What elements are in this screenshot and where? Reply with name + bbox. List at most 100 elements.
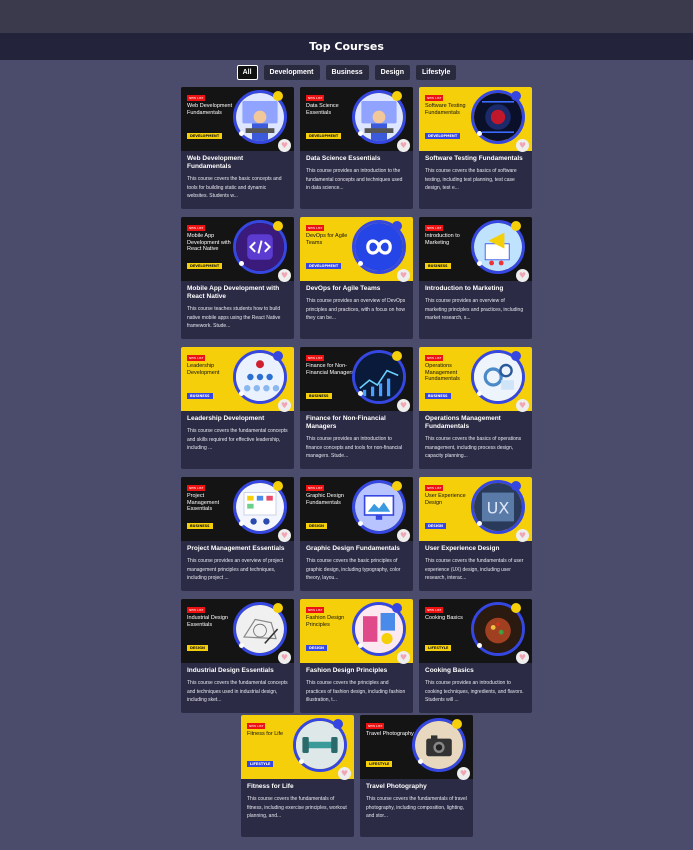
course-card[interactable]: NEW LIST Data Science Essentials DEVELOP… bbox=[300, 87, 413, 209]
decorative-dot bbox=[273, 603, 283, 613]
filter-all[interactable]: All bbox=[236, 65, 258, 80]
thumbnail-title: Leadership Development bbox=[187, 363, 220, 376]
category-badge: DEVELOPMENT bbox=[187, 263, 223, 269]
course-card[interactable]: NEW LIST Industrial Design Essentials DE… bbox=[181, 599, 294, 713]
course-info: Project Management Essentials This cours… bbox=[181, 541, 294, 587]
new-list-badge: NEW LIST bbox=[306, 95, 325, 101]
category-badge: LIFESTYLE bbox=[425, 645, 452, 651]
filter-development[interactable]: Development bbox=[263, 65, 320, 80]
course-thumbnail: NEW LIST DevOps for Agile Teams DEVELOPM… bbox=[300, 217, 413, 281]
decorative-dot bbox=[273, 91, 283, 101]
course-card[interactable]: NEW LIST Project Management Essentials B… bbox=[181, 477, 294, 591]
course-description: This course provides an introduction to … bbox=[306, 436, 403, 459]
course-description: This course covers the fundamentals of t… bbox=[366, 796, 467, 819]
course-title: Web Development Fundamentals bbox=[187, 155, 244, 170]
course-info: Leadership Development This course cover… bbox=[181, 411, 294, 457]
new-list-badge: NEW LIST bbox=[187, 607, 206, 613]
heart-icon[interactable]: ♥ bbox=[278, 651, 291, 664]
heart-icon[interactable]: ♥ bbox=[278, 269, 291, 282]
heart-icon[interactable]: ♥ bbox=[397, 529, 410, 542]
course-description: This course covers the basic concepts an… bbox=[187, 176, 282, 199]
heart-icon[interactable]: ♥ bbox=[397, 269, 410, 282]
course-description: This course covers the basic principles … bbox=[306, 558, 401, 581]
decorative-dot bbox=[273, 351, 283, 361]
filter-business[interactable]: Business bbox=[325, 65, 369, 80]
course-card[interactable]: NEW LIST Introduction to Marketing BUSIN… bbox=[419, 217, 532, 339]
course-card[interactable]: NEW LIST DevOps for Agile Teams DEVELOPM… bbox=[300, 217, 413, 339]
decorative-dot bbox=[477, 261, 482, 266]
course-thumbnail: NEW LIST User Experience Design DESIGN U… bbox=[419, 477, 532, 541]
new-list-badge: NEW LIST bbox=[306, 607, 325, 613]
thumbnail-title: Operations Management Fundamentals bbox=[425, 363, 460, 382]
course-info: Introduction to Marketing This course pr… bbox=[419, 281, 532, 327]
course-title: Finance for Non-Financial Managers bbox=[306, 415, 386, 430]
heart-icon[interactable]: ♥ bbox=[338, 767, 351, 780]
decorative-dot bbox=[239, 391, 244, 396]
thumbnail-title: Cooking Basics bbox=[425, 615, 463, 621]
course-title: Fitness for Life bbox=[247, 783, 294, 790]
decorative-dot bbox=[511, 351, 521, 361]
thumbnail-title: Fashion Design Principles bbox=[306, 615, 345, 628]
category-badge: BUSINESS bbox=[187, 393, 213, 399]
course-info: Data Science Essentials This course prov… bbox=[300, 151, 413, 197]
course-thumbnail: NEW LIST Fashion Design Principles DESIG… bbox=[300, 599, 413, 663]
heart-icon[interactable]: ♥ bbox=[516, 651, 529, 664]
new-list-badge: NEW LIST bbox=[187, 225, 206, 231]
course-title: Graphic Design Fundamentals bbox=[306, 545, 400, 552]
heart-icon[interactable]: ♥ bbox=[516, 269, 529, 282]
course-card[interactable]: NEW LIST Cooking Basics LIFESTYLE ♥ Cook… bbox=[419, 599, 532, 713]
decorative-dot bbox=[299, 759, 304, 764]
heart-icon[interactable]: ♥ bbox=[278, 399, 291, 412]
new-list-badge: NEW LIST bbox=[366, 723, 385, 729]
course-thumbnail: NEW LIST Graphic Design Fundamentals DES… bbox=[300, 477, 413, 541]
course-card[interactable]: NEW LIST Travel Photography LIFESTYLE ♥ … bbox=[360, 715, 473, 837]
course-card[interactable]: NEW LIST Leadership Development BUSINESS… bbox=[181, 347, 294, 469]
course-thumbnail: NEW LIST Mobile App Development with Rea… bbox=[181, 217, 294, 281]
heart-icon[interactable]: ♥ bbox=[397, 399, 410, 412]
decorative-dot bbox=[511, 603, 521, 613]
course-thumbnail: NEW LIST Finance for Non-Financial Manag… bbox=[300, 347, 413, 411]
course-card[interactable]: NEW LIST Graphic Design Fundamentals DES… bbox=[300, 477, 413, 591]
course-thumbnail: NEW LIST Industrial Design Essentials DE… bbox=[181, 599, 294, 663]
course-title: Operations Management Fundamentals bbox=[425, 415, 501, 430]
heart-icon[interactable]: ♥ bbox=[457, 767, 470, 780]
heart-icon[interactable]: ♥ bbox=[516, 139, 529, 152]
course-card[interactable]: NEW LIST Operations Management Fundament… bbox=[419, 347, 532, 469]
filter-design[interactable]: Design bbox=[374, 65, 410, 80]
heart-icon[interactable]: ♥ bbox=[516, 399, 529, 412]
decorative-dot bbox=[273, 221, 283, 231]
heart-icon[interactable]: ♥ bbox=[278, 529, 291, 542]
heart-icon[interactable]: ♥ bbox=[397, 139, 410, 152]
decorative-dot bbox=[477, 643, 482, 648]
thumbnail-title: Software Testing Fundamentals bbox=[425, 103, 466, 116]
course-card[interactable]: NEW LIST Finance for Non-Financial Manag… bbox=[300, 347, 413, 469]
course-info: User Experience Design This course cover… bbox=[419, 541, 532, 587]
course-thumbnail: NEW LIST Travel Photography LIFESTYLE bbox=[360, 715, 473, 779]
course-description: This course provides an overview of mark… bbox=[425, 298, 524, 321]
decorative-dot bbox=[239, 521, 244, 526]
heart-icon[interactable]: ♥ bbox=[516, 529, 529, 542]
course-card[interactable]: NEW LIST User Experience Design DESIGN U… bbox=[419, 477, 532, 591]
heart-icon[interactable]: ♥ bbox=[397, 651, 410, 664]
course-title: Fashion Design Principles bbox=[306, 667, 388, 674]
thumbnail-title: Introduction to Marketing bbox=[425, 233, 460, 246]
thumbnail-title: Travel Photography bbox=[366, 731, 414, 737]
category-badge: BUSINESS bbox=[425, 393, 451, 399]
course-card[interactable]: NEW LIST Web Development Fundamentals DE… bbox=[181, 87, 294, 209]
heart-icon[interactable]: ♥ bbox=[278, 139, 291, 152]
course-title: Leadership Development bbox=[187, 415, 265, 422]
course-card[interactable]: NEW LIST Software Testing Fundamentals D… bbox=[419, 87, 532, 209]
course-card[interactable]: NEW LIST Fitness for Life LIFESTYLE ♥ Fi… bbox=[241, 715, 354, 837]
course-card[interactable]: NEW LIST Mobile App Development with Rea… bbox=[181, 217, 294, 339]
course-card[interactable]: NEW LIST Fashion Design Principles DESIG… bbox=[300, 599, 413, 713]
decorative-dot bbox=[418, 759, 423, 764]
category-badge: DEVELOPMENT bbox=[306, 133, 342, 139]
thumbnail-title: Data Science Essentials bbox=[306, 103, 339, 116]
page-title: Top Courses bbox=[309, 40, 384, 53]
decorative-dot bbox=[392, 603, 402, 613]
course-info: Fashion Design Principles This course co… bbox=[300, 663, 413, 709]
decorative-dot bbox=[392, 351, 402, 361]
course-thumbnail: NEW LIST Software Testing Fundamentals D… bbox=[419, 87, 532, 151]
filter-lifestyle[interactable]: Lifestyle bbox=[415, 65, 457, 80]
course-info: Graphic Design Fundamentals This course … bbox=[300, 541, 413, 587]
